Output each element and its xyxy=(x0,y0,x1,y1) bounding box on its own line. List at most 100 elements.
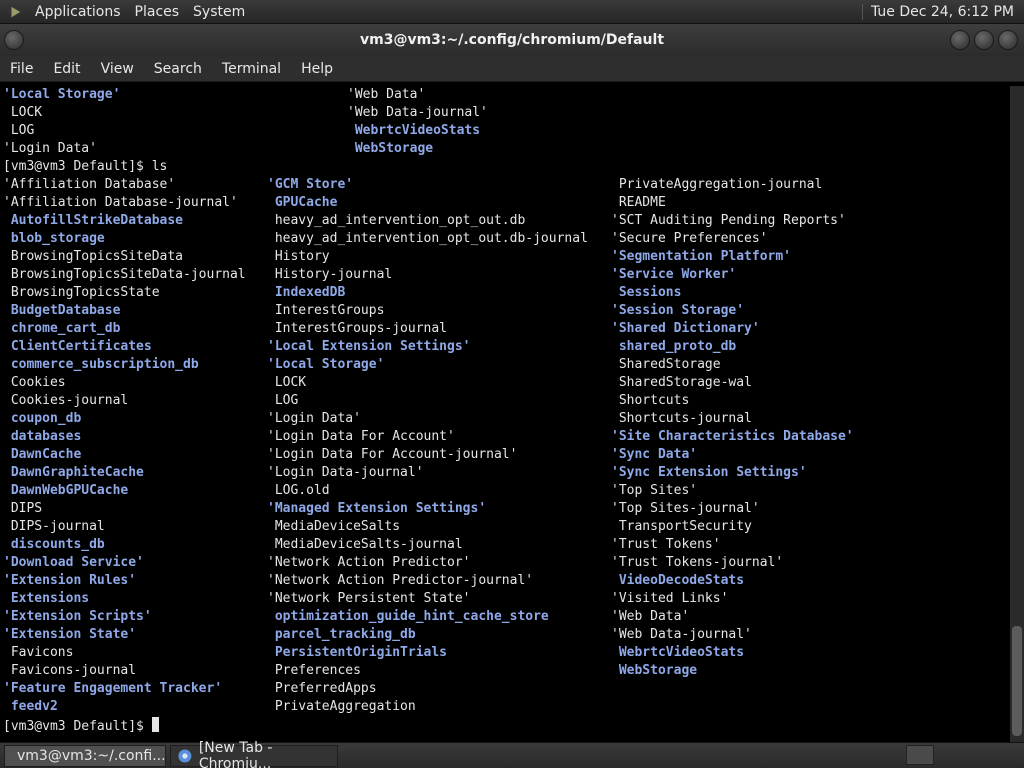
file-entry: Favicons-journal xyxy=(3,663,137,678)
file-entry: History xyxy=(267,249,330,264)
directory-entry: DawnCache xyxy=(3,447,82,462)
file-entry: 'Network Persistent State' xyxy=(267,591,471,606)
directory-entry: 'Local Extension Settings' xyxy=(267,339,471,354)
file-entry: PrivateAggregation xyxy=(267,699,416,714)
places-menu[interactable]: Places xyxy=(128,0,187,24)
directory-entry: 'Session Storage' xyxy=(611,303,745,318)
clock[interactable]: Tue Dec 24, 6:12 PM xyxy=(861,3,1024,20)
directory-entry: 'Site Characteristics Database' xyxy=(611,429,854,444)
terminal-output[interactable]: 'Local Storage' 'Web Data' LOCK 'Web Data-… xyxy=(0,86,1010,742)
directory-entry: 'Managed Extension Settings' xyxy=(267,501,487,516)
top-panel: Applications Places System Tue Dec 24, 6… xyxy=(0,0,1024,24)
menu-search[interactable]: Search xyxy=(144,61,212,77)
file-entry: 'Web Data-journal' xyxy=(347,105,488,120)
file-entry: Cookies-journal xyxy=(3,393,129,408)
close-button[interactable] xyxy=(998,30,1018,50)
file-entry: LOG xyxy=(267,393,299,408)
menu-view[interactable]: View xyxy=(91,61,144,77)
file-entry: LOG.old xyxy=(267,483,330,498)
file-entry: MediaDeviceSalts-journal xyxy=(267,537,463,552)
taskbar-item-terminal[interactable]: vm3@vm3:~/.confi... xyxy=(4,744,166,767)
file-entry: 'Trust Tokens-journal' xyxy=(611,555,784,570)
file-entry: Favicons xyxy=(3,645,74,660)
directory-entry: chrome_cart_db xyxy=(3,321,121,336)
menu-edit[interactable]: Edit xyxy=(43,61,90,77)
menu-bar: File Edit View Search Terminal Help xyxy=(0,56,1024,82)
file-entry: DIPS xyxy=(3,501,43,516)
directory-entry: coupon_db xyxy=(3,411,82,426)
directory-entry: 'Local Storage' xyxy=(3,87,121,102)
window-titlebar[interactable]: vm3@vm3:~/.config/chromium/Default xyxy=(0,24,1024,56)
file-entry: BrowsingTopicsSiteData xyxy=(3,249,184,264)
file-entry: DIPS-journal xyxy=(3,519,105,534)
gnome-foot-icon[interactable] xyxy=(6,2,26,22)
shell-prompt: [vm3@vm3 Default]$ ls xyxy=(3,159,167,174)
prompt-text: [vm3@vm3 Default]$ xyxy=(3,159,152,174)
file-entry: LOG xyxy=(3,123,35,138)
terminal-scrollbar[interactable] xyxy=(1010,86,1024,742)
system-menu[interactable]: System xyxy=(186,0,252,24)
directory-entry: AutofillStrikeDatabase xyxy=(3,213,184,228)
directory-entry: 'Extension Rules' xyxy=(3,573,137,588)
file-entry: Preferences xyxy=(267,663,361,678)
directory-entry: 'Feature Engagement Tracker' xyxy=(3,681,223,696)
chromium-icon xyxy=(178,749,192,762)
taskbar-item-chromium[interactable]: [New Tab - Chromiu... xyxy=(170,740,338,768)
bottom-taskbar: vm3@vm3:~/.confi... [New Tab - Chromiu..… xyxy=(0,740,1024,768)
directory-entry: 'Shared Dictionary' xyxy=(611,321,760,336)
minimize-button[interactable] xyxy=(950,30,970,50)
file-entry: 'Web Data-journal' xyxy=(611,627,752,642)
file-entry: LOCK xyxy=(3,105,43,120)
text-cursor xyxy=(151,717,159,732)
directory-entry: Extensions xyxy=(3,591,90,606)
command-text: ls xyxy=(151,159,168,174)
directory-entry: DawnGraphiteCache xyxy=(3,465,144,480)
terminal-window: vm3@vm3:~/.config/chromium/Default File … xyxy=(0,24,1024,742)
file-entry: README xyxy=(611,195,666,210)
file-entry: 'Login Data' xyxy=(3,141,97,156)
file-entry: InterestGroups xyxy=(267,303,385,318)
file-entry: LOCK xyxy=(267,375,307,390)
shell-prompt-active[interactable]: [vm3@vm3 Default]$ xyxy=(3,717,159,734)
window-title: vm3@vm3:~/.config/chromium/Default xyxy=(359,32,665,48)
directory-entry: 'Service Worker' xyxy=(611,267,737,282)
file-entry: 'Login Data-journal' xyxy=(267,465,424,480)
file-entry: History-journal xyxy=(267,267,393,282)
directory-entry: optimization_guide_hint_cache_store xyxy=(267,609,549,624)
directory-entry: discounts_db xyxy=(3,537,105,552)
directory-entry: feedv2 xyxy=(3,699,58,714)
workspace-switcher[interactable] xyxy=(906,745,934,765)
file-entry: BrowsingTopicsState xyxy=(3,285,160,300)
taskbar-item-label: [New Tab - Chromiu... xyxy=(198,739,273,768)
directory-entry: 'Extension State' xyxy=(3,627,137,642)
menu-file[interactable]: File xyxy=(0,61,43,77)
scrollbar-thumb[interactable] xyxy=(1012,626,1022,736)
directory-entry: shared_proto_db xyxy=(611,339,737,354)
directory-entry: PersistentOriginTrials xyxy=(267,645,448,660)
menu-help[interactable]: Help xyxy=(291,61,343,77)
file-entry: 'Visited Links' xyxy=(611,591,729,606)
directory-entry: IndexedDB xyxy=(267,285,346,300)
directory-entry: ClientCertificates xyxy=(3,339,152,354)
file-entry: 'Login Data For Account' xyxy=(267,429,455,444)
file-entry: Shortcuts-journal xyxy=(611,411,752,426)
directory-entry: WebrtcVideoStats xyxy=(611,645,745,660)
file-entry: MediaDeviceSalts xyxy=(267,519,401,534)
directory-entry: commerce_subscription_db xyxy=(3,357,199,372)
file-entry: 'Affiliation Database' xyxy=(3,177,176,192)
file-entry: 'Network Action Predictor' xyxy=(267,555,471,570)
maximize-button[interactable] xyxy=(974,30,994,50)
file-entry: 'Top Sites-journal' xyxy=(611,501,760,516)
menu-terminal[interactable]: Terminal xyxy=(212,61,291,77)
directory-entry: DawnWebGPUCache xyxy=(3,483,129,498)
directory-entry: WebStorage xyxy=(611,663,698,678)
file-entry: SharedStorage-wal xyxy=(611,375,752,390)
file-entry: 'Login Data For Account-journal' xyxy=(267,447,518,462)
directory-entry: 'Download Service' xyxy=(3,555,144,570)
directory-entry: 'Sync Data' xyxy=(611,447,698,462)
directory-entry: databases xyxy=(3,429,82,444)
file-entry: 'Web Data' xyxy=(611,609,690,624)
file-entry: 'Affiliation Database-journal' xyxy=(3,195,238,210)
applications-menu[interactable]: Applications xyxy=(28,0,128,24)
directory-entry: BudgetDatabase xyxy=(3,303,121,318)
